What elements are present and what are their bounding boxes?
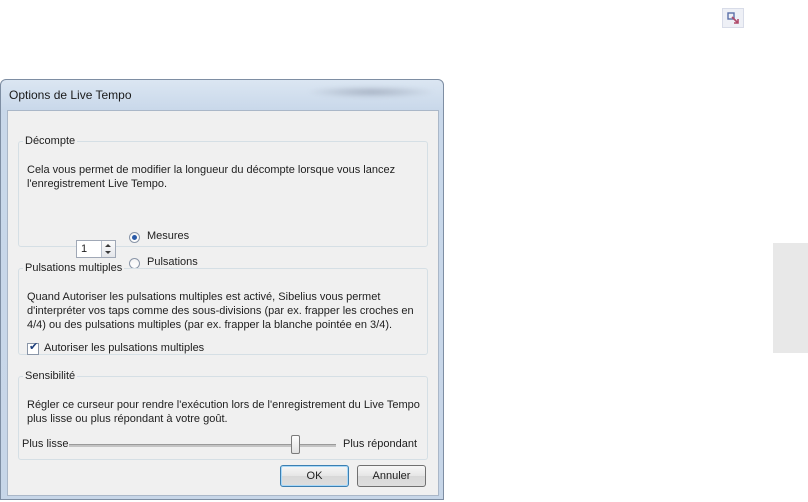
resize-icon-glyph <box>727 12 739 24</box>
side-tab[interactable] <box>773 243 808 353</box>
window-controls[interactable] <box>306 86 436 98</box>
countin-group: Décompte Cela vous permet de modifier la… <box>18 135 428 269</box>
radio-bars-label[interactable]: Mesures <box>147 230 189 242</box>
title-bar[interactable]: Options de Live Tempo <box>1 80 443 110</box>
allow-multiple-label[interactable]: Autoriser les pulsations multiples <box>44 342 204 354</box>
spinner-down-icon[interactable] <box>105 251 111 254</box>
sensitivity-slider-thumb[interactable] <box>291 435 300 454</box>
radio-bars[interactable] <box>129 232 140 243</box>
countin-legend: Décompte <box>25 135 76 147</box>
multiple-legend: Pulsations multiples <box>25 262 123 274</box>
live-tempo-options-dialog: Options de Live Tempo Décompte Cela vous… <box>0 79 444 500</box>
slider-right-label: Plus répondant <box>343 438 417 450</box>
countin-spinner-value[interactable]: 1 <box>81 243 87 255</box>
countin-description: Cela vous permet de modifier la longueur… <box>27 164 396 190</box>
multiple-beats-group: Pulsations multiples Quand Autoriser les… <box>18 262 428 355</box>
resize-icon[interactable] <box>722 8 744 28</box>
multiple-description: Quand Autoriser les pulsations multiples… <box>27 291 414 331</box>
sensitivity-group: Sensibilité Régler ce curseur pour rendr… <box>18 370 428 460</box>
sensitivity-legend: Sensibilité <box>25 370 76 382</box>
allow-multiple-checkbox[interactable]: ✔ <box>27 341 39 355</box>
sensitivity-description: Régler ce curseur pour rendre l'exécutio… <box>27 399 420 425</box>
dialog-content: Décompte Cela vous permet de modifier la… <box>7 110 439 496</box>
spinner-up-icon[interactable] <box>105 244 111 247</box>
slider-left-label: Plus lisse <box>22 438 69 450</box>
dialog-title: Options de Live Tempo <box>9 88 132 102</box>
spinner-buttons[interactable] <box>101 241 115 257</box>
cancel-button[interactable]: Annuler <box>357 465 426 487</box>
ok-button[interactable]: OK <box>280 465 349 487</box>
countin-spinner[interactable]: 1 <box>76 240 116 258</box>
checkmark-icon: ✔ <box>29 341 39 353</box>
